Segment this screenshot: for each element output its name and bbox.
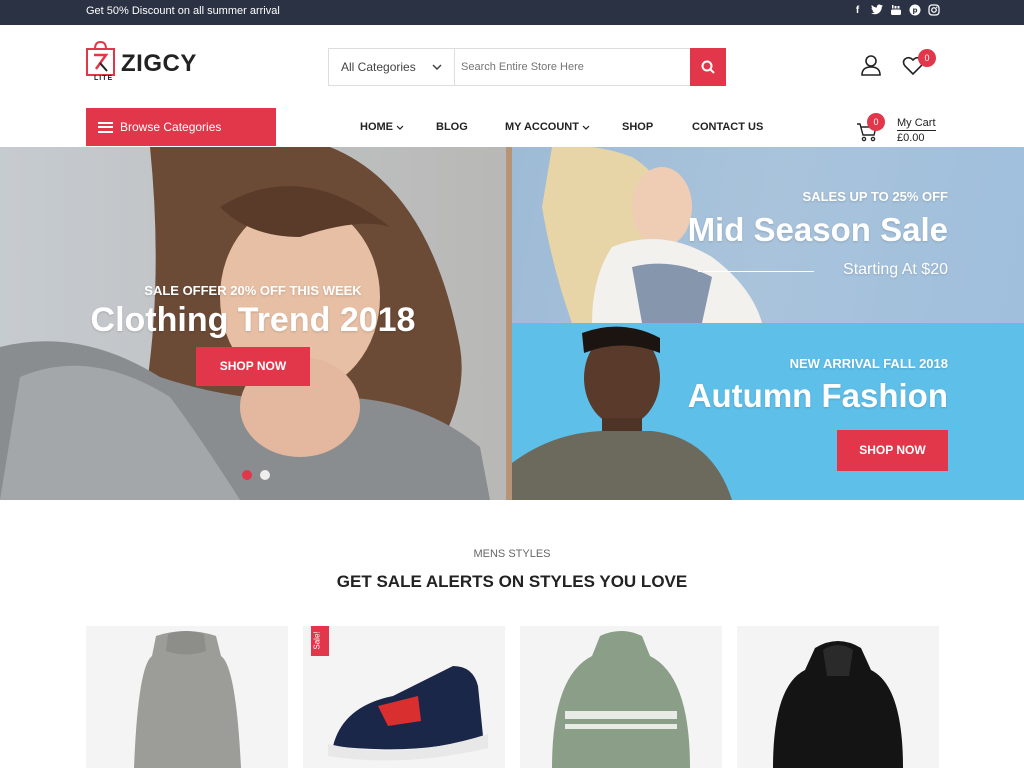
promo-text: Get 50% Discount on all summer arrival: [86, 5, 280, 17]
social-links: f p: [851, 4, 940, 17]
nav-item-label: HOME: [360, 121, 393, 133]
promo-b-title: Autumn Fashion: [687, 377, 948, 414]
nav-item-label: MY ACCOUNT: [505, 121, 579, 133]
promo-a-title: Mid Season Sale: [687, 211, 948, 248]
user-icon: [861, 55, 881, 76]
product-card[interactable]: [86, 626, 288, 768]
product-card[interactable]: [737, 626, 939, 768]
slider-dots: [242, 470, 270, 480]
product-image-black-hoodie: [773, 641, 903, 768]
brand-tag: LITE: [94, 75, 114, 82]
site-header: LITE ZIGCY All Categories 0: [0, 25, 1024, 107]
promo-banner-autumn[interactable]: NEW ARRIVAL FALL 2018 Autumn Fashion SHO…: [512, 323, 1024, 500]
promo-a-line: [698, 271, 814, 272]
section-title: GET SALE ALERTS ON STYLES YOU LOVE: [336, 572, 688, 591]
nav-item-label: SHOP: [622, 121, 654, 133]
hero-subtitle: SALE OFFER 20% OFF THIS WEEK: [144, 283, 362, 298]
wishlist-count-badge: 0: [918, 49, 936, 67]
nav-item-blog[interactable]: BLOG: [436, 121, 505, 133]
nav-item-label: CONTACT US: [692, 121, 764, 133]
nav-item-label: BLOG: [436, 121, 468, 133]
product-image-sweater: [134, 631, 241, 768]
browse-categories-label: Browse Categories: [120, 120, 222, 134]
hero-shop-now-button[interactable]: SHOP NOW: [196, 347, 310, 386]
promo-b-shop-now-button[interactable]: SHOP NOW: [837, 430, 948, 471]
hero-title: Clothing Trend 2018: [90, 301, 416, 339]
facebook-icon[interactable]: f: [851, 4, 864, 17]
promo-a-tagline: Starting At $20: [843, 261, 948, 278]
chevron-down-icon: [396, 125, 404, 130]
mini-cart[interactable]: 0 My Cart £0.00: [856, 112, 956, 144]
instagram-icon[interactable]: [927, 4, 940, 17]
search-input[interactable]: [455, 49, 690, 85]
wishlist-button[interactable]: 0: [902, 49, 936, 81]
product-card[interactable]: [520, 626, 722, 768]
shopping-bag-icon: LITE: [86, 40, 115, 85]
slider-dot-2[interactable]: [260, 470, 270, 480]
pinterest-icon[interactable]: p: [908, 4, 921, 17]
chevron-down-icon: [432, 64, 442, 70]
main-nav: Browse Categories HOME BLOG MY ACCOUNT S…: [0, 107, 1024, 147]
twitter-icon[interactable]: [870, 4, 883, 17]
category-select[interactable]: All Categories: [329, 49, 455, 85]
youtube-icon[interactable]: [889, 4, 902, 17]
product-card[interactable]: Sale!: [303, 626, 505, 768]
sale-badge-label: Sale!: [312, 631, 322, 650]
menu-icon: [98, 121, 113, 133]
product-image-sneaker: [328, 666, 488, 761]
nav-item-home[interactable]: HOME: [360, 121, 436, 133]
account-button[interactable]: [860, 54, 882, 81]
nav-item-my-account[interactable]: MY ACCOUNT: [505, 121, 622, 133]
promo-a-subtitle: SALES UP TO 25% OFF: [802, 189, 948, 204]
svg-text:p: p: [912, 7, 917, 15]
cart-count-badge: 0: [867, 113, 885, 131]
section-subtitle: MENS STYLES: [473, 548, 551, 560]
search-icon: [701, 60, 715, 74]
product-image-hoodie: [552, 631, 690, 768]
sale-badge: Sale!: [311, 626, 329, 656]
cart-label: My Cart: [897, 117, 936, 131]
hero-slider: SALE OFFER 20% OFF THIS WEEK Clothing Tr…: [0, 147, 506, 500]
brand-name: ZIGCY: [121, 50, 197, 77]
menu-items: HOME BLOG MY ACCOUNT SHOP CONTACT US: [360, 121, 763, 133]
promo-b-subtitle: NEW ARRIVAL FALL 2018: [789, 356, 948, 371]
nav-item-contact-us[interactable]: CONTACT US: [692, 121, 763, 133]
nav-item-shop[interactable]: SHOP: [622, 121, 692, 133]
top-bar: Get 50% Discount on all summer arrival f…: [0, 0, 1024, 25]
slider-dot-1[interactable]: [242, 470, 252, 480]
logo[interactable]: LITE ZIGCY: [86, 40, 197, 85]
cart-total: £0.00: [897, 132, 925, 144]
promo-banner-mid-season[interactable]: SALES UP TO 25% OFF Mid Season Sale Star…: [512, 147, 1024, 323]
chevron-down-icon: [582, 125, 590, 130]
category-select-value: All Categories: [341, 60, 416, 74]
search-bar: All Categories: [328, 48, 726, 86]
browse-categories-button[interactable]: Browse Categories: [86, 108, 276, 146]
search-button[interactable]: [690, 48, 726, 86]
